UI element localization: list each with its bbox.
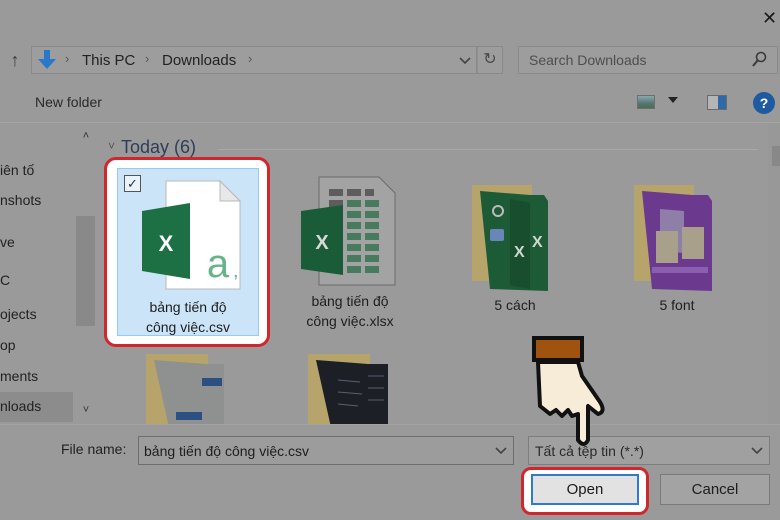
folder-tile-5-cach[interactable]: X X 5 cách [440,165,590,341]
folder-icon [146,354,224,424]
svg-text:X: X [159,231,174,256]
nav-item-documents[interactable]: ments [0,368,38,384]
svg-text:X: X [532,234,543,251]
breadcrumb-this-pc[interactable]: This PC [82,52,135,69]
preview-pane-icon[interactable] [707,95,727,110]
nav-item-downloads[interactable]: nloads [0,392,73,422]
nav-item-desktop[interactable]: op [0,337,16,353]
downloads-arrow-icon [38,50,56,69]
group-divider [218,149,758,150]
folder-icon [308,354,388,424]
svg-text:X: X [315,232,329,254]
search-icon[interactable] [751,51,767,69]
toolbar-divider [0,122,780,123]
chevron-down-icon: ˅ [108,139,116,153]
folder-name-label: 5 cách [494,297,536,313]
chevron-down-icon [751,447,763,455]
content-scrollbar-thumb[interactable] [772,146,780,166]
folder-name-label: 5 font [659,297,695,313]
group-header-today[interactable]: ˅ Today (6) [108,137,196,158]
address-bar[interactable]: › This PC › Downloads › [31,46,477,74]
nav-item-onedrive[interactable]: ve [0,234,15,250]
group-header-label: Today (6) [121,137,197,157]
csv-file-icon: X a , [142,179,242,290]
search-box[interactable] [518,46,778,74]
file-name-input[interactable] [139,437,479,464]
file-tile-xlsx[interactable]: X bảng tiến độ công việc.xlsx [275,165,425,341]
chevron-down-icon[interactable] [495,447,507,455]
up-arrow-button[interactable]: ↑ [4,48,26,72]
breadcrumb-downloads[interactable]: Downloads [162,52,236,69]
breadcrumb-separator: › [145,51,150,66]
breadcrumb-separator: › [65,51,70,66]
open-button[interactable]: Open [531,474,639,505]
file-tile-csv[interactable]: ✓ X a , bảng tiến độ công việc.csv [104,157,270,347]
nav-scrollbar-thumb[interactable] [76,216,95,326]
svg-text:X: X [514,244,525,261]
file-name-combobox[interactable] [138,436,514,465]
pointing-hand-icon [532,336,605,446]
footer-divider [0,424,780,425]
file-name-label: File name: [61,441,127,457]
xlsx-file-icon: X [301,176,396,286]
selection-highlight: ✓ X a , bảng tiến độ công việc.csv [117,168,259,336]
svg-text:,: , [233,260,239,282]
folder-tile-5-font[interactable]: 5 font [602,165,752,341]
folder-icon [634,185,712,291]
file-type-select[interactable]: Tất cả tệp tin (*.*) [528,436,770,465]
nav-scroll-up-button[interactable]: ˄ [78,130,94,142]
close-button[interactable]: ✕ [762,8,780,30]
folder-icon: X X [472,185,548,291]
nav-item-3d-objects[interactable]: ojects [0,306,37,322]
refresh-button[interactable]: ↻ [477,46,503,74]
nav-scroll-down-button[interactable]: ˅ [78,404,94,416]
content-scrollbar[interactable] [768,124,780,424]
nav-item-this-pc[interactable]: C [0,272,10,288]
change-view-icon[interactable] [637,95,655,109]
address-history-dropdown[interactable] [453,46,477,74]
file-name-label: bảng tiến độ công việc.xlsx [306,293,394,329]
nav-item-screenshots[interactable]: nshots [0,192,41,208]
file-type-value: Tất cả tệp tin (*.*) [535,443,644,459]
nav-item[interactable]: iên tố [0,162,34,178]
help-icon[interactable]: ? [753,92,775,114]
view-options-dropdown-icon[interactable] [668,97,678,103]
chevron-down-icon [459,57,471,64]
folder-tile-partial[interactable] [120,348,270,424]
svg-text:a: a [207,242,230,286]
file-name-label: bảng tiến độ công việc.csv [145,299,231,335]
cancel-button[interactable]: Cancel [660,474,770,505]
folder-tile-partial[interactable] [282,348,432,424]
search-input[interactable] [519,47,749,73]
new-folder-button[interactable]: New folder [35,94,102,110]
breadcrumb-separator: › [248,51,253,66]
